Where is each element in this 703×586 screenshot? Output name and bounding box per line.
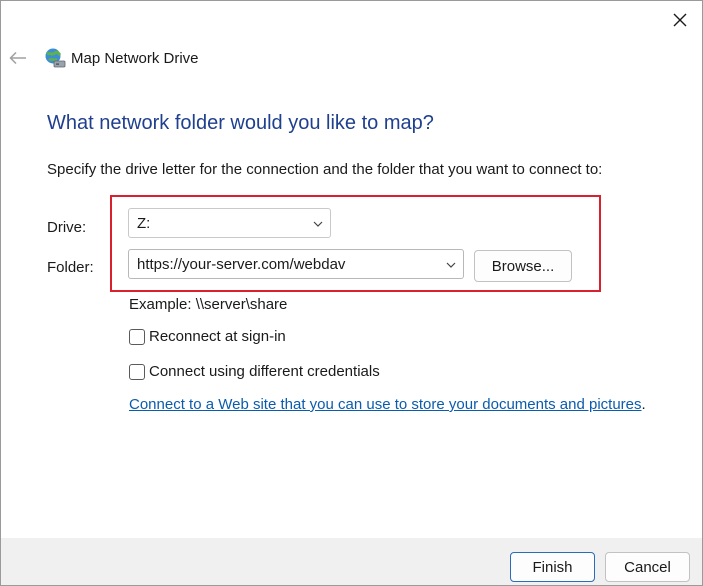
back-arrow-icon xyxy=(9,51,26,65)
credentials-label[interactable]: Connect using different credentials xyxy=(149,363,380,380)
folder-input[interactable]: https://your-server.com/webdav xyxy=(128,249,464,279)
link-suffix: . xyxy=(641,396,646,413)
page-heading: What network folder would you like to ma… xyxy=(47,112,434,134)
instruction-text: Specify the drive letter for the connect… xyxy=(47,161,603,178)
web-site-link[interactable]: Connect to a Web site that you can use t… xyxy=(129,396,642,413)
chevron-down-icon xyxy=(313,221,323,227)
drive-select-value: Z: xyxy=(137,215,151,232)
reconnect-checkbox[interactable] xyxy=(129,328,145,345)
close-button[interactable] xyxy=(666,7,694,33)
folder-label: Folder: xyxy=(47,259,94,276)
network-drive-icon xyxy=(45,48,66,68)
example-text: Example: \\server\share xyxy=(129,296,288,313)
credentials-row[interactable]: Connect using different credentials xyxy=(129,363,380,380)
drive-select[interactable]: Z: xyxy=(128,208,331,238)
map-network-drive-window: Map Network Drive What network folder wo… xyxy=(0,0,703,586)
cancel-button[interactable]: Cancel xyxy=(605,552,690,582)
web-site-link-row: Connect to a Web site that you can use t… xyxy=(129,396,646,413)
folder-input-value: https://your-server.com/webdav xyxy=(137,256,346,273)
window-title: Map Network Drive xyxy=(71,50,199,67)
back-button[interactable] xyxy=(7,47,29,69)
chevron-down-icon[interactable] xyxy=(445,259,457,271)
browse-button[interactable]: Browse... xyxy=(474,250,572,282)
close-icon xyxy=(673,13,687,27)
credentials-checkbox[interactable] xyxy=(129,363,145,380)
finish-button[interactable]: Finish xyxy=(510,552,595,582)
reconnect-label[interactable]: Reconnect at sign-in xyxy=(149,328,286,345)
dialog-footer: Finish Cancel xyxy=(1,538,702,585)
reconnect-row[interactable]: Reconnect at sign-in xyxy=(129,328,286,345)
drive-label: Drive: xyxy=(47,219,87,236)
